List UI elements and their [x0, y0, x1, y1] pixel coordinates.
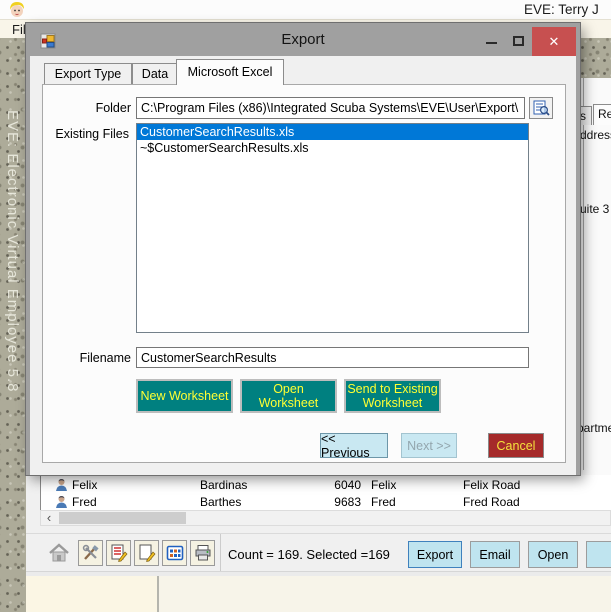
dialog-titlebar[interactable]: Export ✕: [30, 27, 576, 56]
scroll-left-icon[interactable]: ‹: [41, 511, 57, 525]
grid-view-button[interactable]: [162, 540, 187, 566]
partial-previous-button[interactable]: <<: [586, 541, 611, 568]
background-lower-area: Felix Bardinas 6040 Felix Felix Road Fre…: [26, 475, 611, 612]
background-tab-fragment[interactable]: s: [578, 106, 592, 125]
previous-button[interactable]: << Previous: [320, 433, 388, 458]
cell-street: Fred Road: [463, 495, 520, 509]
edit-report-icon: [110, 544, 128, 562]
browse-folder-button[interactable]: [529, 97, 553, 119]
edit-document-button[interactable]: [134, 540, 159, 566]
browse-folder-icon: [533, 100, 550, 116]
close-icon: ✕: [549, 34, 560, 50]
menu-item-file[interactable]: Fil: [12, 22, 26, 37]
filename-input[interactable]: [136, 347, 529, 368]
folder-label: Folder: [71, 101, 131, 115]
print-button[interactable]: [190, 540, 215, 566]
background-apartment-fragment: partme: [577, 421, 611, 435]
toolbar-separator: [220, 534, 221, 574]
left-texture-band: EVE: Electronic Virtual Employee 5.8: [0, 38, 27, 612]
export-button[interactable]: Export: [408, 541, 462, 568]
new-worksheet-button[interactable]: New Worksheet: [136, 379, 233, 413]
list-item-selected[interactable]: CustomerSearchResults.xls: [137, 124, 528, 140]
tools-icon: [82, 544, 100, 562]
top-right-texture: [575, 38, 611, 78]
person-icon: [55, 495, 68, 508]
horizontal-scrollbar[interactable]: ‹: [40, 510, 611, 526]
user-avatar-icon: [8, 1, 26, 19]
table-row[interactable]: Felix Bardinas 6040 Felix Felix Road: [41, 476, 611, 493]
cell-first-name: Fred: [72, 495, 97, 509]
cell-last-name: Bardinas: [200, 478, 247, 492]
send-to-existing-worksheet-button[interactable]: Send to Existing Worksheet: [344, 379, 441, 413]
printer-icon: [194, 544, 212, 562]
table-row[interactable]: Fred Barthes 9683 Fred Fred Road: [41, 493, 611, 510]
background-tab-fragment[interactable]: Re: [593, 104, 611, 125]
open-worksheet-button[interactable]: Open Worksheet: [240, 379, 337, 413]
background-address-fragment: ddress: [580, 128, 611, 142]
cell-last-name: Barthes: [200, 495, 241, 509]
bottom-cream-strip: [26, 576, 611, 612]
tab-data[interactable]: Data: [132, 63, 178, 85]
folder-input[interactable]: [136, 97, 525, 119]
screen: EVE: Terry J Fil EVE: Electronic Virtual…: [0, 0, 611, 612]
list-item[interactable]: ~$CustomerSearchResults.xls: [137, 140, 528, 156]
filename-label: Filename: [71, 351, 131, 365]
bottom-divider: [157, 576, 159, 612]
status-count-text: Count = 169. Selected =169: [228, 547, 390, 562]
dialog-client-area: Export Type Data Microsoft Excel Folder: [30, 56, 576, 475]
background-suite-fragment: uite 3: [580, 202, 609, 216]
home-icon[interactable]: [46, 540, 72, 566]
tab-microsoft-excel[interactable]: Microsoft Excel: [176, 59, 284, 85]
email-button[interactable]: Email: [470, 541, 520, 568]
maximize-button[interactable]: [505, 27, 532, 56]
cell-number: 6040: [311, 478, 361, 492]
person-icon: [55, 478, 68, 491]
cell-name: Fred: [371, 495, 396, 509]
close-button[interactable]: ✕: [532, 27, 576, 56]
cell-number: 9683: [311, 495, 361, 509]
minimize-button[interactable]: [478, 27, 505, 56]
export-dialog: Export ✕ Export Type Data Microsoft Exce…: [26, 23, 580, 475]
next-button-disabled[interactable]: Next >>: [401, 433, 457, 458]
open-button[interactable]: Open: [528, 541, 578, 568]
edit-report-button[interactable]: [106, 540, 131, 566]
edit-document-icon: [138, 544, 156, 562]
tab-export-type[interactable]: Export Type: [44, 63, 132, 85]
tab-page-microsoft-excel: Folder Existing Files CustomerSearchResu…: [42, 84, 566, 463]
scrollbar-thumb[interactable]: [59, 512, 186, 524]
cell-first-name: Felix: [72, 478, 97, 492]
bottom-cream-right: [159, 576, 611, 612]
grid-icon: [166, 544, 184, 562]
existing-files-label: Existing Files: [43, 127, 129, 141]
cell-name: Felix: [371, 478, 396, 492]
app-title: EVE: Terry J: [524, 2, 599, 17]
cell-street: Felix Road: [463, 478, 520, 492]
bottom-toolbar: Count = 169. Selected =169 Export Email …: [26, 533, 611, 573]
tools-button[interactable]: [78, 540, 103, 566]
window-controls: ✕: [478, 27, 576, 56]
customer-list: Felix Bardinas 6040 Felix Felix Road Fre…: [40, 475, 611, 510]
app-top-strip: EVE: Terry J: [0, 0, 611, 19]
existing-files-listbox[interactable]: CustomerSearchResults.xls ~$CustomerSear…: [136, 123, 529, 333]
cancel-button[interactable]: Cancel: [488, 433, 544, 458]
side-banner-text: EVE: Electronic Virtual Employee 5.8: [4, 110, 21, 550]
